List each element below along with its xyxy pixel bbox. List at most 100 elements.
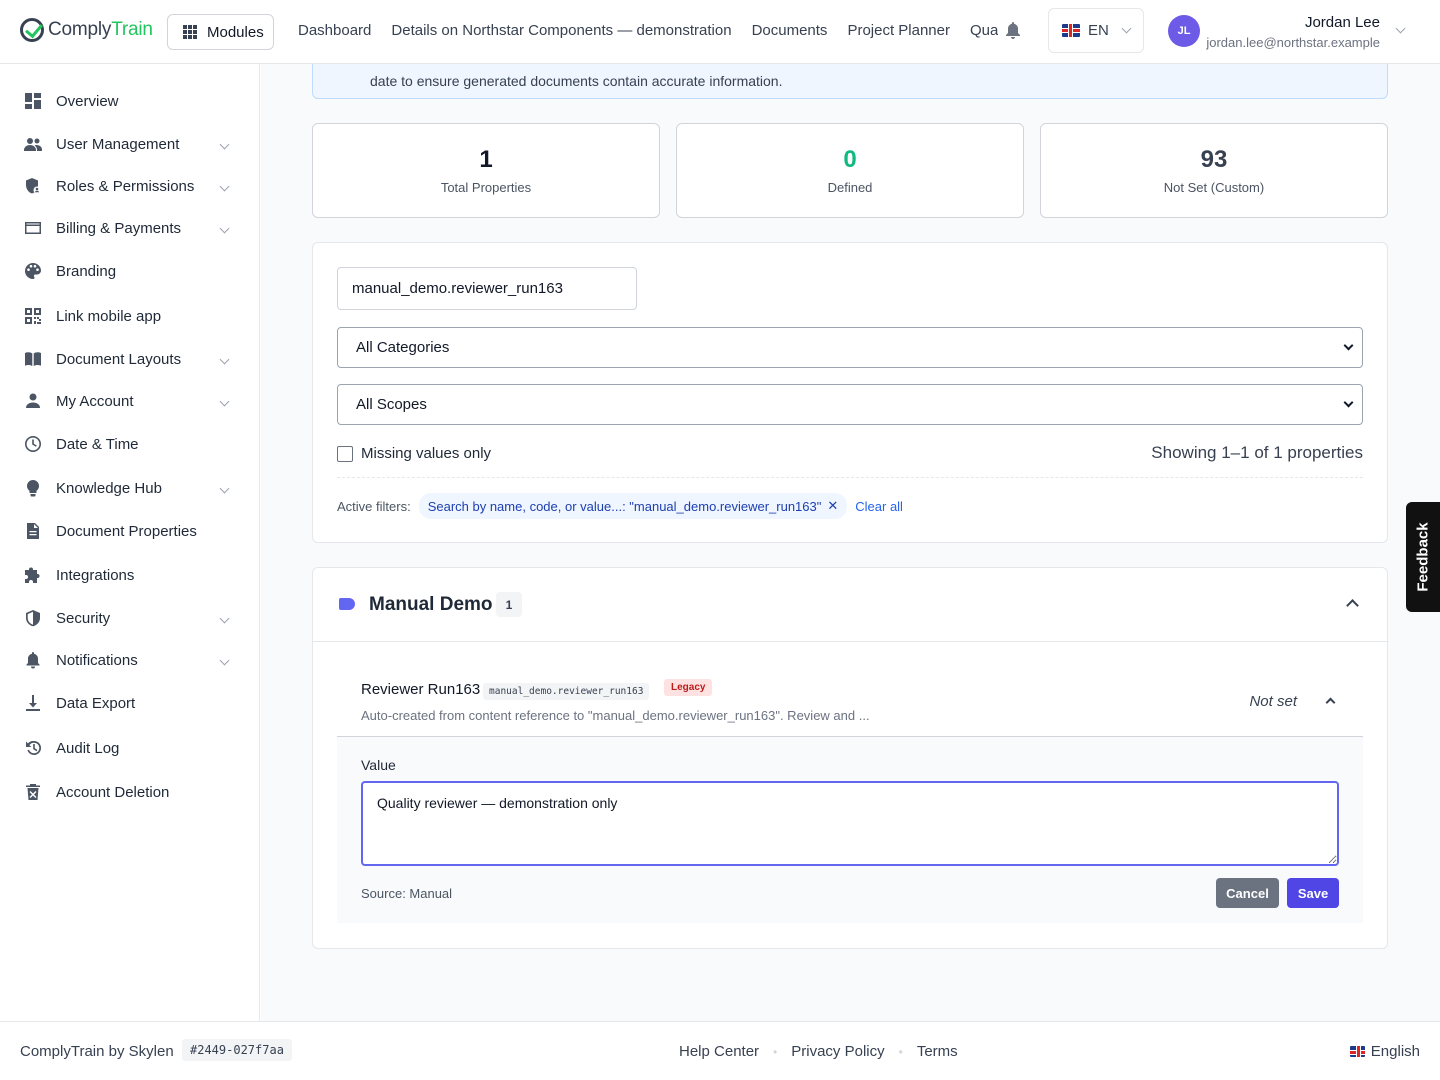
sidebar-item-knowledge-hub[interactable]: Knowledge Hub xyxy=(24,476,236,500)
language-code: EN xyxy=(1088,22,1109,39)
sidebar-item-data-export[interactable]: Data Export xyxy=(24,691,236,715)
sidebar-item-label: Overview xyxy=(56,92,119,110)
sidebar-item-document-layouts[interactable]: Document Layouts xyxy=(24,347,236,371)
uk-flag-icon xyxy=(1062,24,1080,37)
chevron-down-icon xyxy=(1343,397,1354,408)
info-banner: date to ensure generated documents conta… xyxy=(312,64,1388,99)
nav-link-dashboard[interactable]: Dashboard xyxy=(298,22,371,39)
app-logo[interactable]: ComplyTrain xyxy=(20,18,153,42)
missing-values-label: Missing values only xyxy=(361,445,492,462)
filter-panel: All Categories All Scopes Missing values… xyxy=(312,242,1388,543)
legacy-badge: Legacy xyxy=(664,679,713,696)
top-nav: Dashboard Details on Northstar Component… xyxy=(298,14,998,50)
chevron-up-icon[interactable] xyxy=(1346,599,1359,612)
chevron-down-icon xyxy=(219,139,230,149)
chevron-down-icon xyxy=(219,655,230,665)
chevron-down-icon xyxy=(219,354,230,364)
active-filters-label: Active filters: xyxy=(337,498,411,514)
sidebar-item-label: Document Properties xyxy=(56,522,197,540)
nav-link-documents[interactable]: Documents xyxy=(752,22,828,39)
missing-values-checkbox[interactable] xyxy=(337,445,353,462)
puzzle-icon xyxy=(24,566,42,584)
sidebar-item-billing-payments[interactable]: Billing & Payments xyxy=(24,216,236,240)
footer-language-selector[interactable]: English xyxy=(1349,1043,1420,1060)
clock-icon xyxy=(24,435,42,453)
missing-values-toggle[interactable]: Missing values only xyxy=(337,445,491,462)
sidebar-item-label: Document Layouts xyxy=(56,350,182,368)
palette-icon xyxy=(24,262,42,280)
chevron-down-icon xyxy=(219,181,230,191)
sidebar-item-integrations[interactable]: Integrations xyxy=(24,563,236,587)
logo-text-prefix: Comply xyxy=(48,19,112,40)
document-icon xyxy=(24,522,42,540)
bell-icon xyxy=(24,651,42,669)
feedback-tab[interactable]: Feedback xyxy=(1406,502,1440,612)
logo-text-accent: Train xyxy=(111,19,153,40)
sidebar-item-overview[interactable]: Overview xyxy=(24,89,236,113)
feedback-label: Feedback xyxy=(1414,522,1432,592)
avatar[interactable]: JL xyxy=(1168,15,1200,47)
chevron-up-icon[interactable] xyxy=(1325,697,1336,708)
sidebar-item-label: Branding xyxy=(56,262,117,280)
sidebar-item-date-time[interactable]: Date & Time xyxy=(24,432,236,456)
bell-icon[interactable] xyxy=(1005,22,1021,40)
stat-value: 0 xyxy=(843,146,857,173)
user-email: jordan.lee@northstar.example xyxy=(1206,35,1380,50)
sidebar-item-branding[interactable]: Branding xyxy=(24,259,236,283)
stat-card-total: 1 Total Properties xyxy=(312,123,660,218)
search-input[interactable] xyxy=(337,267,637,310)
chevron-down-icon xyxy=(219,613,230,623)
sidebar-item-my-account[interactable]: My Account xyxy=(24,389,236,413)
clear-all-link[interactable]: Clear all xyxy=(855,499,903,514)
scope-select[interactable]: All Scopes xyxy=(337,384,1363,425)
filter-chip-text: Search by name, code, or value...: "manu… xyxy=(427,498,822,514)
privacy-policy-link[interactable]: Privacy Policy xyxy=(791,1043,884,1060)
category-select-value: All Categories xyxy=(356,339,450,356)
group-header[interactable]: Manual Demo 1 xyxy=(313,568,1387,642)
info-banner-text: date to ensure generated documents conta… xyxy=(370,73,783,89)
chevron-down-icon xyxy=(1343,340,1354,351)
stat-card-defined: 0 Defined xyxy=(676,123,1024,218)
sidebar-item-label: Knowledge Hub xyxy=(56,479,162,497)
sidebar-item-label: Data Export xyxy=(56,694,136,712)
tag-icon xyxy=(339,598,355,610)
shield-user-icon xyxy=(24,177,42,195)
nav-link-project-planner[interactable]: Project Planner xyxy=(847,22,950,39)
sidebar-item-link-mobile-app[interactable]: Link mobile app xyxy=(24,304,236,328)
separator-dot: • xyxy=(898,1044,903,1059)
help-center-link[interactable]: Help Center xyxy=(679,1043,759,1060)
nav-link-project-details[interactable]: Details on Northstar Components — demons… xyxy=(391,22,731,39)
cancel-button[interactable]: Cancel xyxy=(1216,878,1279,908)
sidebar-item-user-management[interactable]: User Management xyxy=(24,132,236,156)
sidebar-item-security[interactable]: Security xyxy=(24,606,236,630)
sidebar-item-label: Billing & Payments xyxy=(56,219,182,237)
sidebar-item-account-deletion[interactable]: Account Deletion xyxy=(24,780,236,804)
chevron-down-icon xyxy=(219,223,230,233)
value-textarea[interactable]: Quality reviewer — demonstration only xyxy=(361,781,1339,866)
stat-value: 93 xyxy=(1200,146,1228,173)
results-count: Showing 1–1 of 1 properties xyxy=(1151,443,1363,462)
sidebar-item-audit-log[interactable]: Audit Log xyxy=(24,736,236,760)
modules-button[interactable]: Modules xyxy=(167,14,274,50)
property-description: Auto-created from content reference to "… xyxy=(361,708,870,723)
property-editor: Value Quality reviewer — demonstration o… xyxy=(337,736,1363,923)
close-icon[interactable]: ✕ xyxy=(827,498,838,514)
sidebar-item-document-properties[interactable]: Document Properties xyxy=(24,519,236,543)
sidebar-item-roles-permissions[interactable]: Roles & Permissions xyxy=(24,174,236,198)
category-select[interactable]: All Categories xyxy=(337,327,1363,368)
sidebar-item-label: Integrations xyxy=(56,566,135,584)
person-icon xyxy=(24,392,42,410)
grid-icon xyxy=(183,25,197,39)
terms-link[interactable]: Terms xyxy=(917,1043,958,1060)
user-menu-chevron-icon[interactable] xyxy=(1395,23,1406,34)
property-group: Manual Demo 1 Reviewer Run163 manual_dem… xyxy=(312,567,1388,949)
language-selector[interactable]: EN xyxy=(1048,8,1144,53)
shield-icon xyxy=(24,609,42,627)
nav-link-quality[interactable]: Quali xyxy=(970,22,998,39)
modules-label: Modules xyxy=(207,23,264,41)
history-icon xyxy=(24,739,42,757)
save-button[interactable]: Save xyxy=(1287,878,1339,908)
user-name[interactable]: Jordan Lee xyxy=(1305,14,1380,31)
scope-select-value: All Scopes xyxy=(356,396,427,413)
sidebar-item-notifications[interactable]: Notifications xyxy=(24,648,236,672)
